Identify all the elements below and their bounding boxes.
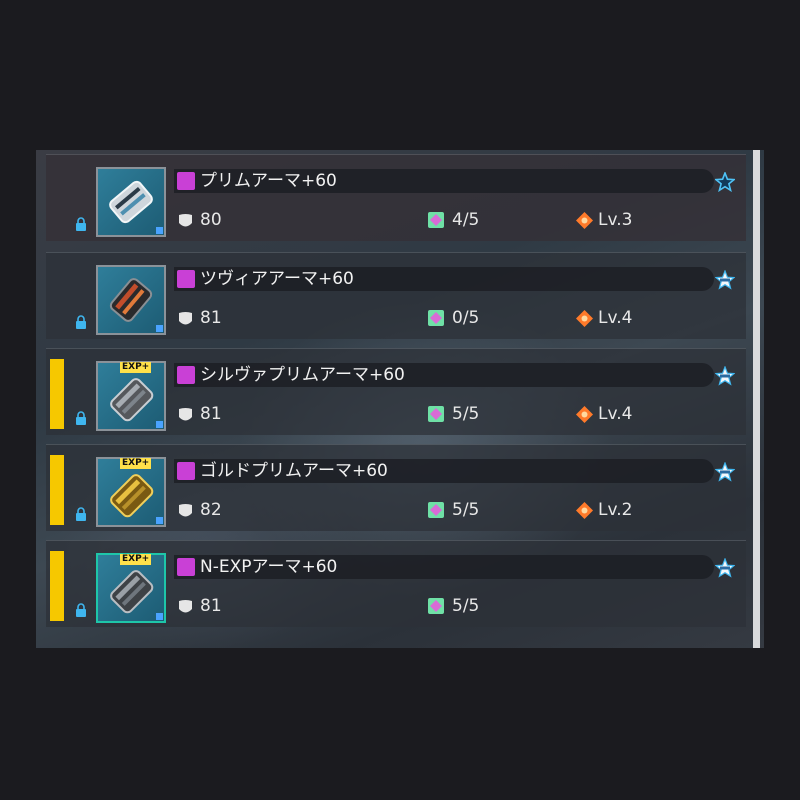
rarity-tag-icon [177,366,195,384]
rarity-tag-icon [177,462,195,480]
slot-icon [428,598,444,614]
level-icon [576,406,593,423]
level-icon [576,502,593,519]
armor-thumbnail: EXP+ [96,361,166,431]
armor-thumbnail: EXP+ [96,553,166,623]
slot-count: 5/5 [452,596,480,616]
lock-icon [76,507,86,521]
rarity-tag-icon [177,172,195,190]
defense-value: 81 [200,404,222,424]
level-icon [576,310,593,327]
rarity-tag-icon [177,558,195,576]
armor-name: ゴルドプリムアーマ+60 [200,461,388,481]
star-badge-icon[interactable] [715,270,735,290]
star-badge-icon[interactable] [715,462,735,482]
thumbnail-corner [156,517,163,524]
scrollbar[interactable] [753,150,760,648]
selection-bar [50,359,64,429]
slot-icon [428,310,444,326]
armor-thumbnail [96,167,166,237]
thumbnail-corner [156,227,163,234]
thumbnail-corner [156,421,163,428]
selection-bar [50,455,64,525]
shield-icon [179,214,192,227]
armor-name: シルヴァプリムアーマ+60 [200,365,405,385]
armor-list-item[interactable]: EXP+ シルヴァプリムアーマ+60 81 5/5 Lv.4 [46,348,746,435]
armor-list-item[interactable]: EXP+ N-EXPアーマ+60 81 5/5 [46,540,746,627]
defense-value: 80 [200,210,222,230]
rarity-tag-icon [177,270,195,288]
slot-count: 4/5 [452,210,480,230]
defense-value: 81 [200,596,222,616]
shield-icon [179,312,192,325]
shield-icon [179,600,192,613]
exp-badge: EXP+ [120,458,152,469]
armor-list-item[interactable]: ツヴィアアーマ+60 81 0/5 Lv.4 [46,252,746,339]
star-outline-icon[interactable] [715,172,735,192]
exp-badge: EXP+ [120,554,152,565]
armor-name: プリムアーマ+60 [200,171,337,191]
level-icon [576,212,593,229]
armor-thumbnail: EXP+ [96,457,166,527]
lock-icon [76,603,86,617]
shield-icon [179,408,192,421]
lock-icon [76,315,86,329]
lock-icon [76,217,86,231]
slot-count: 5/5 [452,500,480,520]
level-value: Lv.2 [598,500,633,520]
armor-name: ツヴィアアーマ+60 [200,269,354,289]
armor-list-panel: プリムアーマ+60 80 4/5 Lv.3 ツヴィアアーマ+60 81 0/5 … [36,150,764,648]
selection-bar [50,551,64,621]
star-badge-icon[interactable] [715,366,735,386]
armor-list-item[interactable]: EXP+ ゴルドプリムアーマ+60 82 5/5 Lv.2 [46,444,746,531]
exp-badge: EXP+ [120,362,152,373]
slot-icon [428,212,444,228]
thumbnail-corner [156,613,163,620]
level-value: Lv.4 [598,404,633,424]
armor-name: N-EXPアーマ+60 [200,557,338,577]
thumbnail-corner [156,325,163,332]
shield-icon [179,504,192,517]
defense-value: 82 [200,500,222,520]
slot-count: 5/5 [452,404,480,424]
armor-thumbnail [96,265,166,335]
lock-icon [76,411,86,425]
defense-value: 81 [200,308,222,328]
star-badge-icon[interactable] [715,558,735,578]
slot-count: 0/5 [452,308,480,328]
slot-icon [428,406,444,422]
slot-icon [428,502,444,518]
level-value: Lv.3 [598,210,633,230]
level-value: Lv.4 [598,308,633,328]
armor-list-item[interactable]: プリムアーマ+60 80 4/5 Lv.3 [46,154,746,241]
